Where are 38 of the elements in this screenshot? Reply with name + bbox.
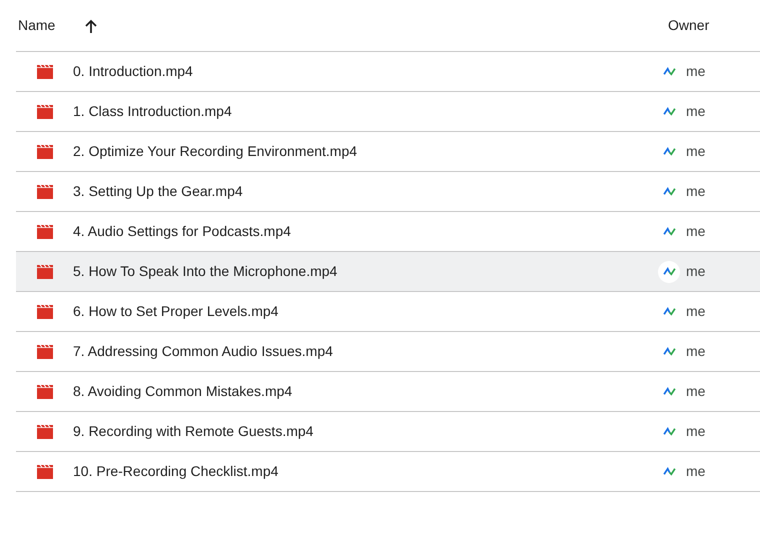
video-file-icon	[37, 144, 53, 158]
file-name: 3. Setting Up the Gear.mp4	[73, 182, 244, 201]
file-name: 2. Optimize Your Recording Environment.mp4	[73, 142, 358, 161]
video-file-icon	[37, 104, 53, 118]
file-name: 5. How To Speak Into the Microphone.mp4	[73, 262, 338, 281]
owner-avatar-icon	[658, 260, 680, 282]
owner-name: me	[686, 102, 706, 121]
owner-name: me	[686, 422, 706, 441]
video-file-icon	[37, 64, 53, 78]
file-row[interactable]: 5. How To Speak Into the Microphone.mp4 me	[16, 252, 760, 292]
video-file-icon	[37, 184, 53, 198]
owner-name: me	[686, 262, 706, 281]
file-name: 8. Avoiding Common Mistakes.mp4	[73, 382, 294, 401]
owner-name: me	[686, 182, 706, 201]
column-header[interactable]: Owner	[668, 15, 760, 36]
file-name: 1. Class Introduction.mp4	[73, 102, 233, 121]
owner-name: me	[686, 142, 706, 161]
owner-name: me	[686, 462, 706, 481]
sort-arrow-icon[interactable]	[84, 18, 98, 32]
file-name: 4. Audio Settings for Podcasts.mp4	[73, 222, 292, 241]
owner-name: me	[686, 222, 706, 241]
file-name: 6. How to Set Proper Levels.mp4	[73, 302, 280, 321]
video-file-icon	[37, 304, 53, 318]
file-name: 9. Recording with Remote Guests.mp4	[73, 422, 314, 441]
video-file-icon	[37, 384, 53, 398]
video-file-icon	[37, 464, 53, 478]
file-name: 10. Pre-Recording Checklist.mp4	[73, 462, 280, 481]
column-header[interactable]: Name	[18, 15, 84, 36]
video-file-icon	[37, 424, 53, 438]
owner-name: me	[686, 302, 706, 321]
video-file-icon	[37, 344, 53, 358]
video-file-icon	[37, 264, 53, 278]
file-name: 0. Introduction.mp4	[73, 62, 194, 81]
owner-name: me	[686, 62, 706, 81]
file-name: 7. Addressing Common Audio Issues.mp4	[73, 342, 334, 361]
owner-name: me	[686, 382, 706, 401]
video-file-icon	[37, 224, 53, 238]
owner-name: me	[686, 342, 706, 361]
